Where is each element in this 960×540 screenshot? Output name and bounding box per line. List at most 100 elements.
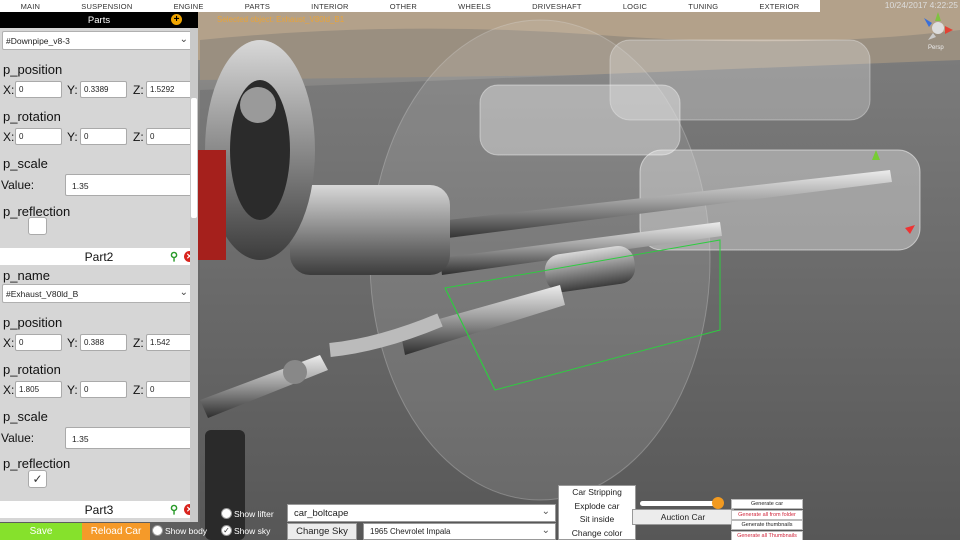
axis-x-label: X: — [3, 83, 15, 97]
chevron-down-icon: ⌄ — [179, 287, 188, 298]
axis-y-label: Y: — [67, 130, 78, 144]
part1-position-z-input[interactable]: 1.5292 — [146, 81, 193, 98]
axis-y-label: Y: — [67, 383, 78, 397]
part2-position-z-input[interactable]: 1.542 — [146, 334, 193, 351]
radio-icon — [221, 508, 232, 519]
axis-y-label: Y: — [67, 83, 78, 97]
slider-track[interactable] — [640, 501, 722, 506]
show-body-toggle[interactable]: Show body — [152, 525, 207, 536]
part2-position-x-input[interactable]: 0 — [15, 334, 62, 351]
menu-logic[interactable]: LOGIC — [619, 2, 651, 11]
generate-car-button[interactable]: Generate car — [731, 499, 803, 509]
parts-inspector-panel: Parts + #Downpipe_v8-3 ⌄ p_position X: 0… — [0, 12, 198, 522]
part1-scale-input[interactable]: 1.35 — [65, 174, 192, 196]
menu-tuning[interactable]: TUNING — [684, 2, 722, 11]
axis-x-label: X: — [3, 130, 15, 144]
axis-y-label: Y: — [67, 336, 78, 350]
show-body-label: Show body — [165, 525, 208, 536]
part2-scale-label: p_scale — [3, 409, 48, 424]
generate-all-thumbnails-button[interactable]: Generate all Thumbnails — [731, 530, 803, 540]
sit-inside-button[interactable]: Sit inside — [559, 513, 635, 527]
top-menu: MAIN SUSPENSION ENGINE PARTS INTERIOR OT… — [0, 0, 820, 12]
panel-scrollbar[interactable] — [190, 28, 198, 522]
menu-main[interactable]: MAIN — [17, 2, 45, 11]
car-select-value: 1965 Chevrolet Impala — [370, 527, 451, 536]
part1-rotation-label: p_rotation — [3, 109, 61, 124]
show-sky-label: Show sky — [234, 525, 271, 536]
sky-select[interactable]: car_boltcape ⌄ — [287, 504, 556, 522]
part2-rotation-label: p_rotation — [3, 362, 61, 377]
search-icon[interactable]: ⚲ — [170, 250, 178, 263]
menu-parts[interactable]: PARTS — [241, 2, 274, 11]
slider-handle[interactable] — [711, 497, 724, 509]
part1-rotation-y-input[interactable]: 0 — [80, 128, 127, 145]
chevron-down-icon: ⌄ — [541, 525, 550, 536]
axis-x-label: X: — [3, 336, 15, 350]
part2-reflection-label: p_reflection — [3, 456, 71, 471]
part2-position-y-input[interactable]: 0.388 — [80, 334, 127, 351]
generate-all-from-folder-button[interactable]: Generate all from folder — [731, 509, 803, 520]
selected-object-label: Selected object: Exhaust_V80ld_B1 — [217, 15, 345, 24]
add-part-icon[interactable]: + — [171, 14, 182, 25]
show-lifter-label: Show lifter — [234, 508, 274, 519]
part1-scale-label: p_scale — [3, 156, 48, 171]
part2-name-value: #Exhaust_V80ld_B — [6, 288, 79, 299]
car-stripping-button[interactable]: Car Stripping — [559, 486, 635, 500]
generate-menu: Generate car Generate all from folder Ge… — [731, 499, 803, 540]
part2-name-dropdown[interactable]: #Exhaust_V80ld_B ⌄ — [2, 284, 195, 303]
part1-rotation-z-input[interactable]: 0 — [146, 128, 193, 145]
part2-title: Part2 — [84, 249, 114, 264]
scrollbar-thumb[interactable] — [191, 98, 197, 218]
part2-rotation-y-input[interactable]: 0 — [80, 381, 127, 398]
show-lifter-toggle[interactable]: Show lifter — [221, 508, 274, 519]
change-sky-button[interactable]: Change Sky — [287, 523, 357, 540]
change-color-button[interactable]: Change color — [559, 527, 635, 540]
part1-name-value: #Downpipe_v8-3 — [6, 35, 70, 46]
save-button[interactable]: Save — [0, 523, 82, 540]
menu-interior[interactable]: INTERIOR — [307, 2, 352, 11]
check-icon: ✓ — [221, 525, 232, 536]
radio-icon — [152, 525, 163, 536]
part1-position-label: p_position — [3, 62, 63, 77]
axis-z-label: Z: — [133, 83, 144, 97]
axis-z-label: Z: — [133, 130, 144, 144]
sky-select-value: car_boltcape — [294, 507, 349, 519]
part2-reflection-checkbox[interactable]: ✓ — [28, 470, 47, 488]
part2-scale-input[interactable]: 1.35 — [65, 427, 192, 449]
part2-header: Part2 ⚲ ✕ — [0, 248, 198, 265]
part2-rotation-z-input[interactable]: 0 — [146, 381, 193, 398]
part1-reflection-checkbox[interactable] — [28, 217, 47, 235]
car-select[interactable]: 1965 Chevrolet Impala ⌄ — [363, 523, 556, 540]
generate-thumbnails-button[interactable]: Generate thumbnails — [731, 520, 803, 530]
panel-title: Parts — [87, 14, 111, 26]
menu-exterior[interactable]: EXTERIOR — [755, 2, 803, 11]
gizmo-label: Persp — [928, 45, 944, 51]
part1-value-label: Value: — [1, 178, 35, 192]
panel-header: Parts + — [0, 12, 198, 28]
auction-car-button[interactable]: Auction Car — [632, 509, 734, 525]
chevron-down-icon: ⌄ — [179, 34, 188, 45]
axis-z-label: Z: — [133, 336, 144, 350]
part2-position-label: p_position — [3, 315, 63, 330]
show-sky-toggle[interactable]: ✓ Show sky — [221, 525, 270, 536]
car-actions-menu: Car Stripping Explode car Sit inside Cha… — [558, 485, 636, 540]
part1-position-x-input[interactable]: 0 — [15, 81, 62, 98]
menu-suspension[interactable]: SUSPENSION — [77, 2, 136, 11]
axis-x-label: X: — [3, 383, 15, 397]
part2-rotation-x-input[interactable]: 1.805 — [15, 381, 62, 398]
part1-rotation-x-input[interactable]: 0 — [15, 128, 62, 145]
part1-name-dropdown[interactable]: #Downpipe_v8-3 ⌄ — [2, 31, 195, 50]
part3-header: Part3 ⚲ ✕ — [0, 501, 198, 518]
menu-driveshaft[interactable]: DRIVESHAFT — [528, 2, 586, 11]
axis-z-label: Z: — [133, 383, 144, 397]
part3-title: Part3 — [84, 502, 114, 517]
chevron-down-icon: ⌄ — [541, 506, 550, 517]
part2-value-label: Value: — [1, 431, 35, 445]
reload-car-button[interactable]: Reload Car — [82, 523, 150, 540]
menu-wheels[interactable]: WHEELS — [454, 2, 495, 11]
menu-other[interactable]: OTHER — [386, 2, 421, 11]
menu-engine[interactable]: ENGINE — [170, 2, 208, 11]
part1-position-y-input[interactable]: 0.3389 — [80, 81, 127, 98]
explode-car-button[interactable]: Explode car — [559, 500, 635, 514]
search-icon[interactable]: ⚲ — [170, 503, 178, 516]
